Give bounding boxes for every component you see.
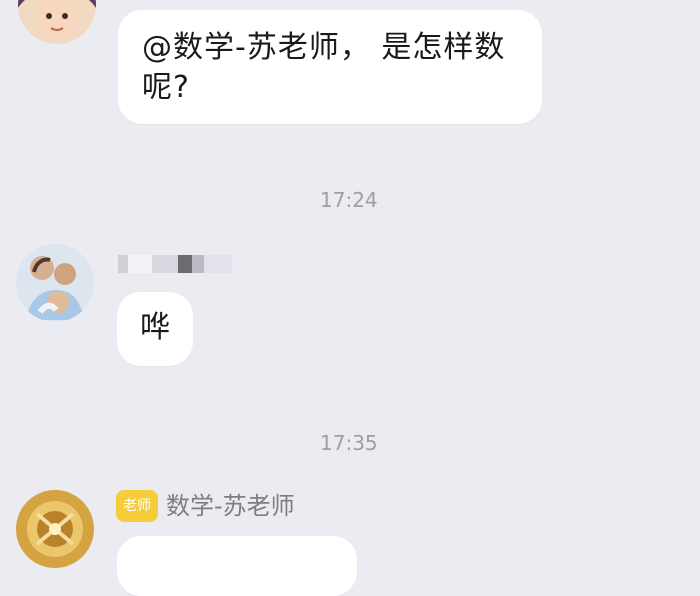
ornament-avatar-icon (16, 490, 94, 568)
avatar-teacher[interactable] (16, 490, 94, 568)
sender-name-obscured (118, 250, 232, 278)
pixelation-block (152, 255, 178, 273)
message-bubble[interactable] (117, 536, 357, 596)
avatar-girl[interactable] (18, 0, 96, 44)
message-text-line: @数学-苏老师， 是怎样数 (142, 30, 506, 65)
sender-row-teacher: 老师 数学-苏老师 (116, 488, 295, 524)
avatar-family-photo[interactable] (16, 244, 94, 322)
family-photo-icon (16, 244, 94, 322)
girl-avatar-icon (18, 0, 96, 44)
pixelation-block (118, 255, 128, 273)
chat-conversation: @数学-苏老师， 是怎样数 呢? 17:24 哗 17:35 老师 数学-苏老师 (0, 0, 700, 596)
message-text-line: 呢? (142, 70, 190, 105)
timestamp: 17:35 (320, 431, 378, 455)
timestamp: 17:24 (320, 188, 378, 212)
message-bubble[interactable]: @数学-苏老师， 是怎样数 呢? (118, 10, 542, 124)
teacher-badge: 老师 (116, 490, 158, 522)
pixelation-block (192, 255, 204, 273)
pixelation-block (178, 255, 192, 273)
pixelation-block (204, 255, 232, 273)
message-bubble[interactable]: 哗 (117, 292, 193, 366)
message-text: 哗 (140, 310, 170, 345)
sender-name[interactable]: 数学-苏老师 (166, 491, 295, 521)
pixelation-block (128, 255, 152, 273)
